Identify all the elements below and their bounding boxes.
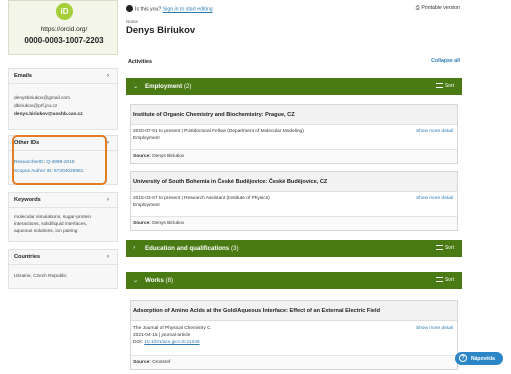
employment-org: Institute of Organic Chemistry and Bioch… — [133, 112, 295, 118]
other-ids-highlight — [12, 135, 107, 185]
show-more-detail-link[interactable]: Show more detail — [416, 196, 453, 201]
chevron-right-icon[interactable]: › — [107, 72, 109, 79]
show-more-detail-link[interactable]: Show more detail — [416, 129, 453, 134]
keywords-panel: Keywords › molecular simulations, sugar-… — [8, 192, 118, 242]
help-label: Nápověda — [471, 356, 495, 362]
card-source: Source: Crossref — [131, 355, 457, 369]
work-card: Adsorption of Amino Acids at the Gold/Aq… — [130, 300, 458, 370]
main-content: Is this you? Sign in to start editing ⎙ … — [126, 0, 462, 374]
keywords-line: interactions, solid/liquid interfaces, — [14, 222, 88, 227]
works-section-header[interactable]: ⌄ Works (8) Sort — [126, 272, 462, 289]
keywords-line: molecular simulations, sugar-protein — [14, 215, 92, 220]
show-more-detail-link[interactable]: Show more detail — [416, 326, 453, 331]
employment-org: University of South Bohemia in České Bud… — [133, 179, 328, 185]
work-meta: 2021-04-15 | journal-article — [133, 333, 191, 338]
sort-icon — [435, 83, 443, 88]
education-sort-button[interactable]: Sort — [435, 245, 454, 251]
countries-text: Ukraine, Czech Republic — [14, 274, 67, 279]
source-value: Crossref — [152, 360, 171, 365]
help-button[interactable]: ? Nápověda — [455, 352, 503, 365]
person-name: Denys Biriukov — [126, 25, 196, 36]
employment-section-header[interactable]: ⌄ Employment (2) Sort — [126, 78, 462, 95]
activities-title: Activities — [128, 59, 152, 65]
sign-in-prompt: Is this you? Sign in to start editing — [126, 5, 213, 13]
source-value: Denys Biriukov — [152, 221, 185, 226]
works-count: (8) — [165, 277, 174, 284]
keywords-title: Keywords — [14, 197, 41, 203]
orcid-number: 0000-0003-1007-2203 — [24, 36, 104, 45]
education-title: Education and qualifications (3) — [145, 245, 239, 252]
chevron-right-icon[interactable]: › — [107, 253, 109, 260]
keywords-line: aqueous solutions, ion pairing — [14, 229, 78, 234]
chevron-right-icon[interactable]: › — [107, 196, 109, 203]
chevron-right-icon[interactable]: › — [107, 139, 109, 146]
card-header: Institute of Organic Chemistry and Bioch… — [131, 105, 457, 125]
employment-card: Institute of Organic Chemistry and Bioch… — [130, 104, 458, 164]
employment-title: Employment (2) — [145, 83, 192, 90]
keywords-header[interactable]: Keywords › — [9, 193, 117, 208]
card-source: Source: Denys Biriukov — [131, 149, 457, 163]
prompt-text: Is this you? — [135, 6, 162, 13]
employment-sort-button[interactable]: Sort — [435, 83, 454, 89]
employment-type: Employment — [133, 136, 160, 141]
work-journal: The Journal of Physical Chemistry C — [133, 326, 211, 331]
card-source: Source: Denys Biriukov — [131, 216, 457, 230]
printable-version-link[interactable]: ⎙ Printable version — [416, 5, 460, 12]
orcid-url: https://orcid.org/ — [40, 26, 88, 33]
emails-header[interactable]: Emails › — [9, 69, 117, 84]
card-header: University of South Bohemia in České Bud… — [131, 172, 457, 192]
orcid-logo-icon: iD — [56, 3, 73, 20]
chevron-down-icon[interactable]: ⌄ — [133, 276, 138, 284]
printer-icon: ⎙ — [415, 5, 420, 11]
employment-dates: 2016-03-07 to present | Research Assista… — [133, 196, 270, 201]
email-item: dbiriukov@prf.jcu.cz — [14, 104, 58, 109]
doi-link[interactable]: 10.1021/acs.jpcc.0c11248 — [144, 340, 199, 345]
chevron-right-icon[interactable]: › — [133, 244, 135, 251]
card-header: Adsorption of Amino Acids at the Gold/Aq… — [131, 301, 457, 321]
employment-card: University of South Bohemia in České Bud… — [130, 171, 458, 231]
sort-icon — [435, 245, 443, 250]
work-doi: DOI: 10.1021/acs.jpcc.0c11248 — [133, 340, 200, 345]
source-value: Denys Biriukov — [152, 154, 185, 159]
education-section-header[interactable]: › Education and qualifications (3) Sort — [126, 240, 462, 257]
countries-title: Countries — [14, 254, 41, 260]
email-item: denys.biriukov@uochb.cas.cz — [14, 112, 83, 117]
education-count: (3) — [230, 245, 239, 252]
work-title: Adsorption of Amino Acids at the Gold/Aq… — [133, 308, 380, 314]
countries-header[interactable]: Countries › — [9, 250, 117, 265]
employment-count: (2) — [183, 83, 192, 90]
sort-icon — [435, 277, 443, 282]
works-sort-button[interactable]: Sort — [435, 277, 454, 283]
employment-type: Employment — [133, 203, 160, 208]
email-item: denysbiriukov@gmail.com — [14, 96, 71, 101]
printable-label: Printable version — [421, 5, 460, 11]
sign-in-link[interactable]: Sign in to start editing — [163, 7, 213, 13]
orcid-id-card: iD https://orcid.org/ 0000-0003-1007-220… — [8, 0, 118, 55]
chevron-down-icon[interactable]: ⌄ — [133, 82, 138, 90]
question-icon: ? — [459, 354, 467, 362]
countries-panel: Countries › Ukraine, Czech Republic — [8, 249, 118, 289]
sidebar: iD https://orcid.org/ 0000-0003-1007-220… — [8, 0, 118, 374]
works-title: Works (8) — [145, 277, 174, 284]
name-label: Name — [126, 19, 139, 24]
collapse-all-button[interactable]: Collapse all — [431, 58, 460, 64]
emails-title: Emails — [14, 73, 33, 79]
employment-dates: 2020-07-01 to present | Postdoctoral Fel… — [133, 129, 304, 134]
emails-panel: Emails › denysbiriukov@gmail.com dbiriuk… — [8, 68, 118, 130]
user-icon — [126, 5, 133, 12]
